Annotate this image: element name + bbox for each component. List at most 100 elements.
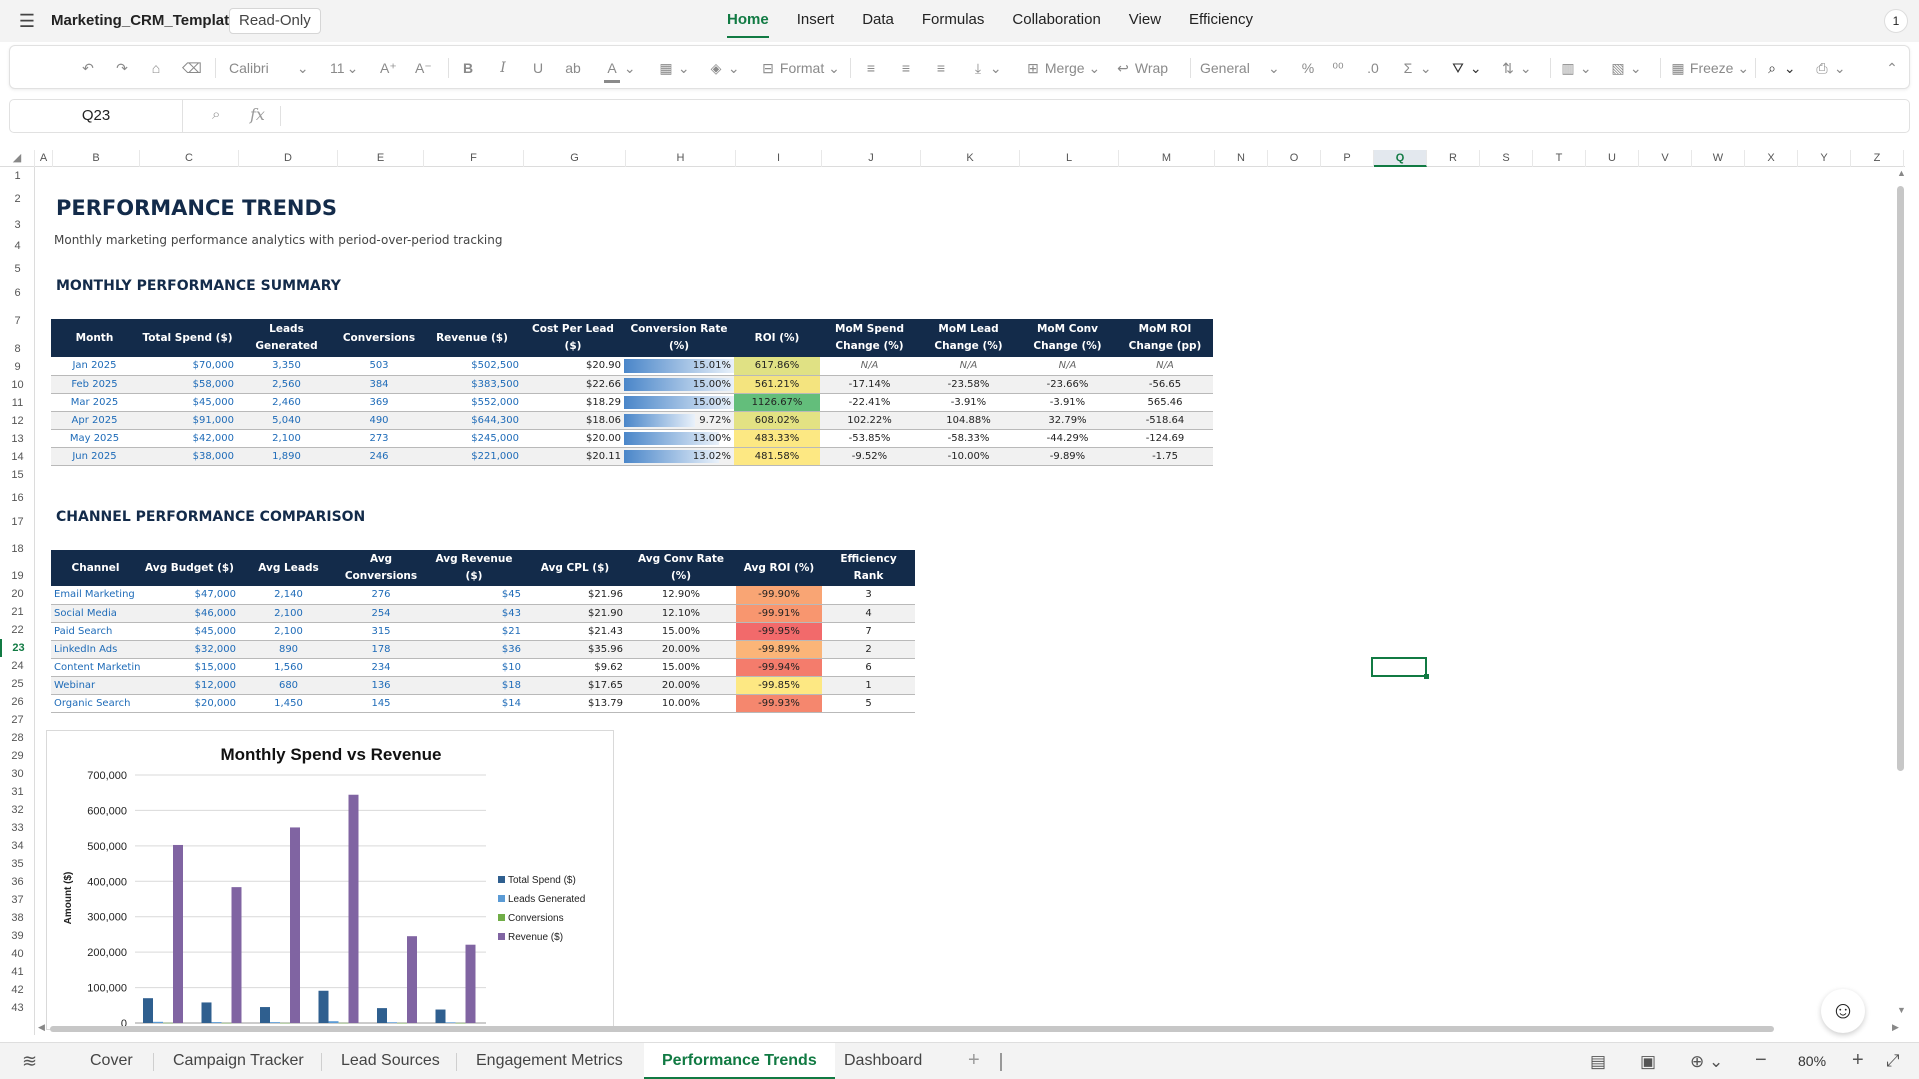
menu-formulas[interactable]: Formulas <box>908 0 999 42</box>
row-header-34[interactable]: 34 <box>0 837 35 855</box>
avg-leads-cell[interactable]: 2,100 <box>239 622 338 641</box>
mom-lead-cell[interactable]: -23.58% <box>919 375 1018 394</box>
avg-conversions-cell[interactable]: 254 <box>338 604 424 623</box>
bar-total-spend-4[interactable] <box>377 1008 387 1023</box>
row-header-3[interactable]: 3 <box>0 214 35 237</box>
increase-font-icon[interactable]: A⁺ <box>380 56 397 80</box>
bar-leads-generated-2[interactable] <box>270 1022 280 1023</box>
row-header-40[interactable]: 40 <box>0 945 35 963</box>
mom-roi-cell[interactable]: 565.46 <box>1117 393 1213 412</box>
bar-leads-generated-4[interactable] <box>387 1022 397 1023</box>
sum-icon[interactable]: Σ ⌄ <box>1400 56 1432 80</box>
row-header-15[interactable]: 15 <box>0 466 35 484</box>
avg-cpl-cell[interactable]: $13.79 <box>524 694 626 713</box>
row-header-22[interactable]: 22 <box>0 621 35 639</box>
horizontal-scrollbar[interactable] <box>50 1026 1774 1032</box>
avg-conv-rate-cell[interactable]: 15.00% <box>626 658 736 677</box>
mom-roi-cell[interactable]: N/A <box>1117 357 1213 376</box>
column-header-m[interactable]: M <box>1119 150 1215 167</box>
select-all-corner[interactable]: ◢ <box>0 150 35 167</box>
avg-roi-cell[interactable]: -99.91% <box>736 604 822 623</box>
format-painter-icon[interactable]: ⌂ <box>148 56 164 80</box>
avg-leads-cell[interactable]: 2,140 <box>239 586 338 605</box>
column-header-b[interactable]: B <box>53 150 140 167</box>
conversion-rate-cell[interactable]: 15.00% <box>624 393 734 412</box>
avg-conv-rate-cell[interactable]: 20.00% <box>626 676 736 695</box>
avg-roi-cell[interactable]: -99.90% <box>736 586 822 605</box>
menu-data[interactable]: Data <box>848 0 908 42</box>
mom-lead-cell[interactable]: -58.33% <box>919 429 1018 448</box>
revenue-cell[interactable]: $221,000 <box>422 447 522 466</box>
assistant-mascot-icon[interactable]: ☺ <box>1821 989 1865 1033</box>
mom-lead-cell[interactable]: -10.00% <box>919 447 1018 466</box>
spend-cell[interactable]: $38,000 <box>138 447 237 466</box>
column-header-d[interactable]: D <box>239 150 338 167</box>
row-header-39[interactable]: 39 <box>0 927 35 945</box>
percent-icon[interactable]: % <box>1300 56 1316 80</box>
clear-format-icon[interactable]: ⌫ <box>182 56 202 80</box>
sheet-tab-dashboard[interactable]: Dashboard <box>826 1043 940 1079</box>
channel-cell[interactable]: Email Marketing <box>51 586 140 605</box>
freeze-dropdown[interactable]: ▦ Freeze ⌄ <box>1670 56 1749 80</box>
revenue-cell[interactable]: $245,000 <box>422 429 522 448</box>
column-header-p[interactable]: P <box>1321 150 1374 167</box>
bar-conversions-4[interactable] <box>397 1022 407 1024</box>
selected-cell-cursor[interactable] <box>1371 657 1429 679</box>
row-header-25[interactable]: 25 <box>0 675 35 693</box>
menu-insert[interactable]: Insert <box>783 0 849 42</box>
row-header-5[interactable]: 5 <box>0 255 35 284</box>
column-header-z[interactable]: Z <box>1851 150 1904 167</box>
avg-revenue-cell[interactable]: $10 <box>424 658 524 677</box>
fill-color-icon[interactable]: ◈ ⌄ <box>708 56 740 80</box>
function-icon[interactable]: fx <box>250 105 265 124</box>
avg-conv-rate-cell[interactable]: 10.00% <box>626 694 736 713</box>
avg-budget-cell[interactable]: $46,000 <box>140 604 239 623</box>
column-header-g[interactable]: G <box>524 150 626 167</box>
avg-conversions-cell[interactable]: 315 <box>338 622 424 641</box>
mom-conv-cell[interactable]: -44.29% <box>1018 429 1117 448</box>
avg-revenue-cell[interactable]: $36 <box>424 640 524 659</box>
avg-revenue-cell[interactable]: $45 <box>424 586 524 605</box>
avg-budget-cell[interactable]: $12,000 <box>140 676 239 695</box>
spend-cell[interactable]: $42,000 <box>138 429 237 448</box>
conversions-cell[interactable]: 273 <box>336 429 422 448</box>
mom-roi-cell[interactable]: -124.69 <box>1117 429 1213 448</box>
merge-dropdown[interactable]: ⊞ Merge ⌄ <box>1025 56 1100 80</box>
zoom-level[interactable]: 80% <box>1798 1053 1826 1069</box>
cpl-cell[interactable]: $18.06 <box>522 411 624 430</box>
channel-cell[interactable]: Social Media <box>51 604 140 623</box>
menu-view[interactable]: View <box>1115 0 1175 42</box>
row-header-43[interactable]: 43 <box>0 999 35 1017</box>
conversion-rate-cell[interactable]: 9.72% <box>624 411 734 430</box>
bar-conversions-3[interactable] <box>338 1022 349 1024</box>
cell-reference-box[interactable]: Q23 <box>10 100 183 132</box>
bar-leads-generated-0[interactable] <box>153 1021 163 1023</box>
avg-conversions-cell[interactable]: 234 <box>338 658 424 677</box>
avg-budget-cell[interactable]: $47,000 <box>140 586 239 605</box>
mom-conv-cell[interactable]: N/A <box>1018 357 1117 376</box>
page-view-icon[interactable]: ▤ <box>1590 1052 1606 1072</box>
avg-revenue-cell[interactable]: $18 <box>424 676 524 695</box>
row-header-12[interactable]: 12 <box>0 412 35 430</box>
row-header-38[interactable]: 38 <box>0 909 35 927</box>
avg-roi-cell[interactable]: -99.93% <box>736 694 822 713</box>
number-format-dropdown[interactable]: General ⌄ <box>1200 56 1282 80</box>
avg-cpl-cell[interactable]: $21.96 <box>524 586 626 605</box>
mom-lead-cell[interactable]: 104.88% <box>919 411 1018 430</box>
image-icon[interactable]: ▧ ⌄ <box>1610 56 1641 80</box>
bar-total-spend-3[interactable] <box>318 990 329 1023</box>
avg-cpl-cell[interactable]: $35.96 <box>524 640 626 659</box>
scroll-up-icon[interactable]: ▲ <box>1897 168 1906 178</box>
spend-cell[interactable]: $91,000 <box>138 411 237 430</box>
avg-leads-cell[interactable]: 680 <box>239 676 338 695</box>
row-header-14[interactable]: 14 <box>0 448 35 466</box>
conversion-rate-cell[interactable]: 15.01% <box>624 357 734 376</box>
roi-cell[interactable]: 561.21% <box>734 375 820 394</box>
row-header-16[interactable]: 16 <box>0 484 35 513</box>
conversions-cell[interactable]: 246 <box>336 447 422 466</box>
row-header-42[interactable]: 42 <box>0 981 35 999</box>
collapse-ribbon-icon[interactable]: ⌃ <box>1884 56 1900 80</box>
row-header-1[interactable]: 1 <box>0 167 35 185</box>
avg-revenue-cell[interactable]: $43 <box>424 604 524 623</box>
month-cell[interactable]: May 2025 <box>51 429 138 448</box>
